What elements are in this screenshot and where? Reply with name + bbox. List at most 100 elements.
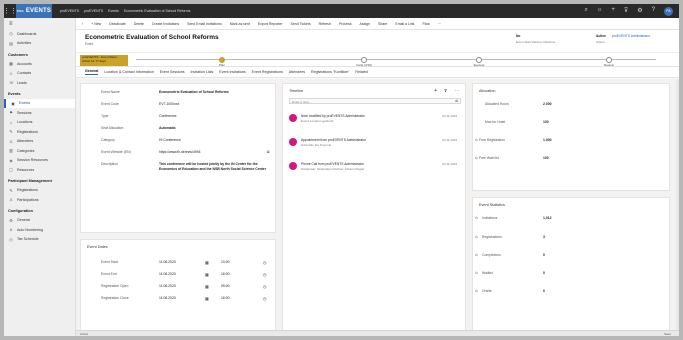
sidebar-item[interactable]: ▥ Categories (4, 146, 75, 156)
sidebar-item[interactable]: ♙ Participations (4, 195, 75, 205)
field-value[interactable]: Econometric Evaluation of School Reforms (159, 90, 267, 95)
timeline-item[interactable]: Appointment from proEVENTS Administrator… (289, 138, 457, 152)
tab[interactable]: Location & Contact Information (104, 70, 153, 74)
active-stage-box[interactable]: proEVENTS · Event Basic... Active for 77… (80, 55, 128, 66)
calendar-icon[interactable]: ▦ (205, 260, 209, 265)
timeline-item[interactable]: Phone Call from proEVENTS Administrator T… (289, 162, 457, 176)
sidebar-item[interactable]: ▤ Activities (4, 39, 75, 49)
tab[interactable]: General (85, 69, 99, 75)
save-button[interactable]: Save (664, 332, 671, 336)
tab[interactable]: Attendees (289, 70, 305, 74)
sidebar-item[interactable]: ▣ Events (4, 98, 75, 108)
sidebar-item[interactable]: ☺ Contacts (4, 69, 75, 79)
open-link-icon[interactable]: ⧉ (267, 150, 270, 154)
tab[interactable]: Event Registrations (252, 70, 283, 74)
stage-dot[interactable] (476, 56, 482, 63)
sidebar-item[interactable]: ☏ Leads (4, 78, 75, 88)
avatar[interactable]: PA (664, 6, 673, 16)
command-button[interactable]: + New (91, 22, 101, 26)
timeline-item[interactable]: Note modified by proEVENTS Administrator… (289, 114, 457, 128)
clock-icon[interactable]: ◷ (263, 260, 267, 265)
field-value[interactable]: EVT-1000xxx (159, 102, 267, 107)
more-icon[interactable]: ⋯ (455, 88, 459, 93)
date-value[interactable]: 11.06.2020 (159, 260, 176, 264)
breadcrumb-item[interactable]: proEVENTS (84, 9, 103, 13)
breadcrumb-item[interactable]: proEVENTS (60, 9, 79, 13)
field-value[interactable]: This conference will be hosted jointly b… (159, 162, 267, 171)
sidebar-item[interactable]: ✎ Registrations (4, 127, 75, 137)
lightbulb-icon[interactable]: ☼ (597, 7, 603, 16)
field-value[interactable]: HI Conference (159, 138, 267, 143)
sidebar-item[interactable]: ▢ Resources (4, 165, 75, 175)
stage-dot[interactable] (606, 56, 612, 63)
gear-icon[interactable]: ⚙ (637, 7, 642, 16)
attach-icon[interactable]: ⊘ (455, 99, 458, 103)
command-button[interactable]: Refresh (319, 22, 331, 26)
calendar-icon[interactable]: ▦ (205, 272, 209, 277)
time-value[interactable]: 16:00 (221, 296, 230, 300)
command-button[interactable]: Delete (134, 22, 144, 26)
owner-link[interactable]: proEVENTS Administrator (612, 34, 650, 38)
filter-icon[interactable]: ⊽ (624, 7, 628, 16)
sidebar-item[interactable]: ⚙ General (4, 216, 75, 226)
breadcrumb-item[interactable]: Events (108, 9, 119, 13)
command-button[interactable]: ‹ (82, 22, 83, 26)
sidebar-item[interactable]: ✎ Registrations (4, 186, 75, 196)
tab[interactable]: Invitation Lists (191, 70, 214, 74)
tab[interactable]: Related (355, 70, 367, 74)
help-icon[interactable]: ? (652, 7, 655, 16)
filter-icon[interactable]: ⊽ (444, 88, 447, 93)
breadcrumb-item[interactable]: Econometric Evaluation of School Reforms (124, 9, 191, 13)
plus-icon[interactable]: + (611, 7, 615, 16)
date-value[interactable]: 11.06.2020 (159, 296, 176, 300)
stage-dot[interactable] (361, 56, 367, 63)
sidebar-item[interactable]: # Auto Numbering (4, 225, 75, 235)
time-value[interactable]: 09:00 (221, 284, 230, 288)
sidebar-item[interactable]: ◴ Tax Schedule (4, 235, 75, 245)
command-button[interactable]: Email a Link (395, 22, 414, 26)
sidebar-item[interactable]: ▦ Accounts (4, 59, 75, 69)
field-value[interactable]: Conference (159, 114, 267, 119)
command-button[interactable]: Process (339, 22, 352, 26)
command-button[interactable]: Flow (422, 22, 429, 26)
command-button[interactable]: Send Email Invitations (187, 22, 222, 26)
field-value[interactable]: 2.000 (543, 102, 552, 106)
sidebar-item[interactable]: ⌂ Locations (4, 118, 75, 128)
search-icon[interactable]: ⌕ (584, 7, 587, 16)
sidebar-item[interactable]: ⚑ Sessions (4, 108, 75, 118)
sidebar-item[interactable]: ♙ Attendees (4, 137, 75, 147)
field-value[interactable]: 1.000 (543, 138, 552, 142)
tab[interactable]: Registrations "Konflikte" (311, 70, 349, 74)
tab[interactable]: Event Sessions (160, 70, 185, 74)
date-value[interactable]: 11.06.2020 (159, 272, 176, 276)
clock-icon[interactable]: ◷ (263, 296, 267, 301)
command-button[interactable]: Share (378, 22, 387, 26)
command-button[interactable]: Create Invitations (152, 22, 179, 26)
sidebar-item[interactable]: ◷ Dashboards (4, 29, 75, 39)
vertical-scrollbar[interactable] (676, 79, 679, 336)
field-value[interactable]: https://www.fh.de/evts/4994 (159, 150, 267, 155)
hamburger-menu-icon[interactable]: ≡ (4, 18, 75, 29)
field-value[interactable]: Automatic (159, 126, 267, 131)
sidebar-item[interactable]: ◈ Session Resources (4, 156, 75, 166)
stage-dot[interactable] (219, 56, 225, 63)
command-button[interactable]: Deactivate (109, 22, 126, 26)
command-button[interactable]: Send Tickets (291, 22, 311, 26)
command-button[interactable]: Export Reporter (258, 22, 283, 26)
time-value[interactable]: 10:00 (221, 260, 230, 264)
command-button[interactable]: ⋯ (438, 22, 442, 26)
field-value[interactable]: 100 (543, 120, 549, 124)
time-value[interactable]: 16:00 (221, 272, 230, 276)
command-button[interactable]: Assign (360, 22, 371, 26)
command-button[interactable]: Mark as sent (230, 22, 250, 26)
date-value[interactable]: 11.06.2020 (159, 284, 176, 288)
tab[interactable]: Event Invitations (219, 70, 245, 74)
add-icon[interactable]: + (434, 88, 437, 94)
field-value[interactable]: 100 (543, 156, 549, 160)
app-launcher-icon[interactable]: ⋮⋮ (4, 4, 17, 18)
calendar-icon[interactable]: ▦ (205, 284, 209, 289)
brand-logo[interactable]: PSG EVENTS (16, 4, 52, 18)
clock-icon[interactable]: ◷ (263, 272, 267, 277)
calendar-icon[interactable]: ▦ (205, 296, 209, 301)
note-input[interactable]: Enter a note... ⊘ (289, 98, 461, 104)
